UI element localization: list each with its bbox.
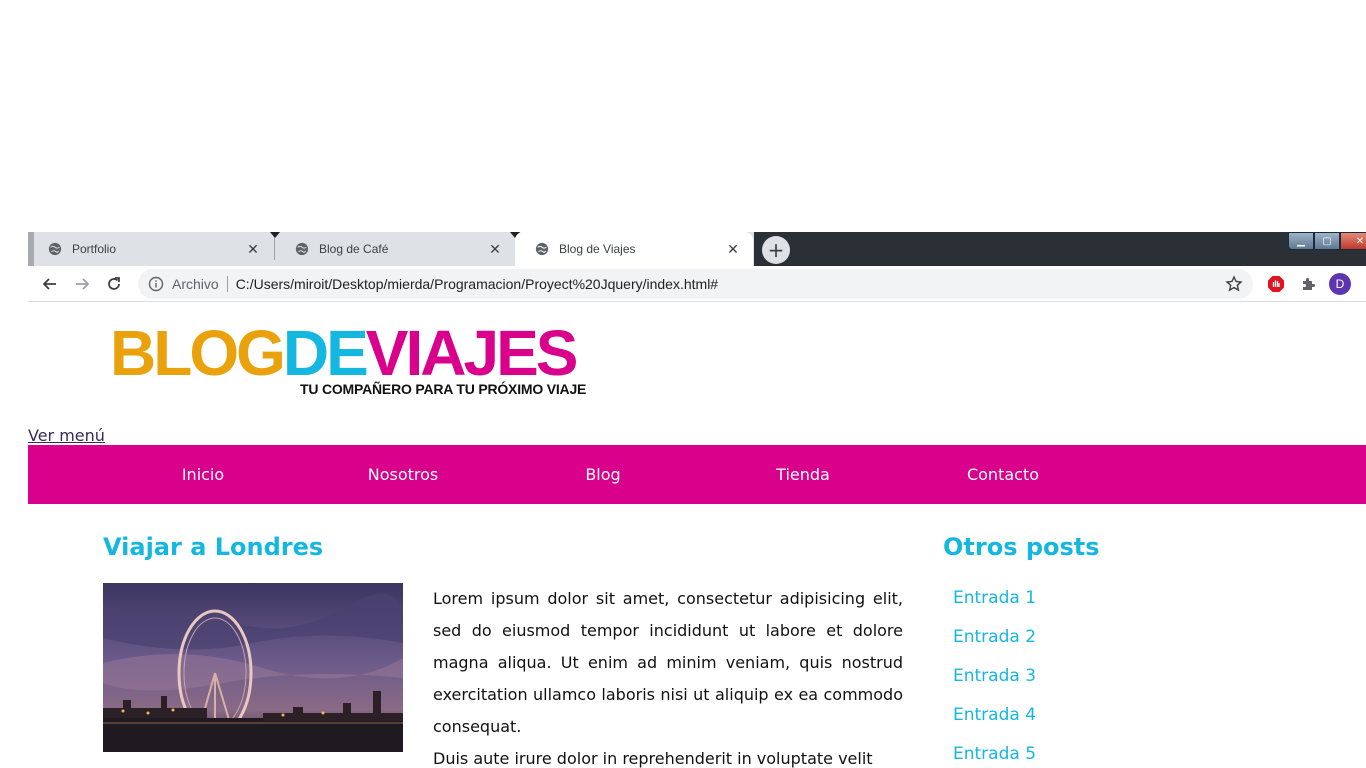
globe-icon	[295, 242, 309, 256]
page-content: BLOGDEVIAJES TU COMPAÑERO PARA TU PRÓXIM…	[28, 303, 1366, 768]
tab-title: Blog de Café	[319, 242, 389, 256]
logo-tagline: TU COMPAÑERO PARA TU PRÓXIMO VIAJE	[300, 381, 587, 397]
nav-item-blog[interactable]: Blog	[503, 445, 703, 504]
tab-title: Blog de Viajes	[559, 242, 636, 256]
globe-icon	[48, 242, 62, 256]
extension-adblock[interactable]	[1266, 274, 1286, 294]
close-icon[interactable]: ✕	[485, 239, 505, 259]
post-paragraph: Duis aute irure dolor in reprehenderit i…	[433, 749, 873, 768]
back-button[interactable]	[38, 272, 62, 296]
menu-toggle-link[interactable]: Ver menú	[28, 426, 105, 445]
sidebar-entry[interactable]: Entrada 5	[953, 744, 1036, 768]
logo-blog: BLOG	[110, 317, 286, 389]
tab-portfolio[interactable]: Portfolio ✕	[28, 232, 273, 266]
minimize-button[interactable]: ▁	[1288, 232, 1314, 250]
tab-strip: Portfolio ✕ Blog de Café ✕ Blog de Viaje…	[28, 232, 1366, 266]
sidebar-title: Otros posts	[943, 533, 1100, 561]
scheme-label: Archivo	[172, 276, 219, 292]
sidebar-list: Entrada 1 Entrada 2 Entrada 3 Entrada 4 …	[953, 588, 1036, 768]
extensions-button[interactable]	[1298, 274, 1318, 294]
browser-window: Portfolio ✕ Blog de Café ✕ Blog de Viaje…	[28, 232, 1366, 768]
logo-viajes: VIAJES	[365, 317, 579, 389]
nav-item-tienda[interactable]: Tienda	[703, 445, 903, 504]
new-tab-button[interactable]: +	[762, 236, 790, 264]
star-icon[interactable]	[1225, 275, 1243, 293]
sidebar-entry[interactable]: Entrada 3	[953, 666, 1036, 705]
address-bar[interactable]: Archivo C:/Users/miroit/Desktop/mierda/P…	[138, 269, 1253, 299]
main-nav: Inicio Nosotros Blog Tienda Contacto	[28, 445, 1366, 504]
post-body: Lorem ipsum dolor sit amet, consectetur …	[433, 583, 903, 768]
reload-button[interactable]	[102, 272, 126, 296]
forward-button[interactable]	[70, 272, 94, 296]
tab-blog-de-cafe[interactable]: Blog de Café ✕	[275, 232, 515, 266]
puzzle-icon	[1303, 278, 1315, 290]
post-paragraph: Lorem ipsum dolor sit amet, consectetur …	[433, 589, 903, 736]
profile-avatar[interactable]: D	[1329, 273, 1351, 295]
arrow-left-icon	[42, 278, 56, 290]
tab-blog-de-viajes[interactable]: Blog de Viajes ✕	[515, 232, 753, 266]
close-icon[interactable]: ✕	[723, 239, 743, 259]
arrow-right-icon	[76, 278, 90, 290]
sidebar-entry[interactable]: Entrada 1	[953, 588, 1036, 627]
nav-item-nosotros[interactable]: Nosotros	[303, 445, 503, 504]
info-icon[interactable]	[148, 276, 164, 292]
globe-icon	[535, 242, 549, 256]
sidebar-entry[interactable]: Entrada 2	[953, 627, 1036, 666]
nav-item-contacto[interactable]: Contacto	[903, 445, 1103, 504]
close-window-button[interactable]: ✕	[1340, 232, 1366, 250]
window-controls: ▁ ▢ ✕	[1288, 232, 1366, 252]
tab-title: Portfolio	[72, 242, 117, 256]
reload-icon	[108, 277, 120, 290]
logo-de: DE	[282, 317, 369, 389]
site-logo[interactable]: BLOGDEVIAJES TU COMPAÑERO PARA TU PRÓXIM…	[110, 321, 630, 401]
browser-toolbar: Archivo C:/Users/miroit/Desktop/mierda/P…	[28, 266, 1366, 302]
stop-hand-icon	[1268, 276, 1284, 292]
close-icon[interactable]: ✕	[243, 239, 263, 259]
nav-item-inicio[interactable]: Inicio	[103, 445, 303, 504]
post-title: Viajar a Londres	[103, 533, 324, 561]
london-eye-photo	[103, 583, 403, 752]
url-text[interactable]: C:/Users/miroit/Desktop/mierda/Programac…	[236, 276, 1225, 292]
desktop-blank-area	[0, 0, 1366, 232]
sidebar-entry[interactable]: Entrada 4	[953, 705, 1036, 744]
maximize-button[interactable]: ▢	[1314, 232, 1340, 250]
